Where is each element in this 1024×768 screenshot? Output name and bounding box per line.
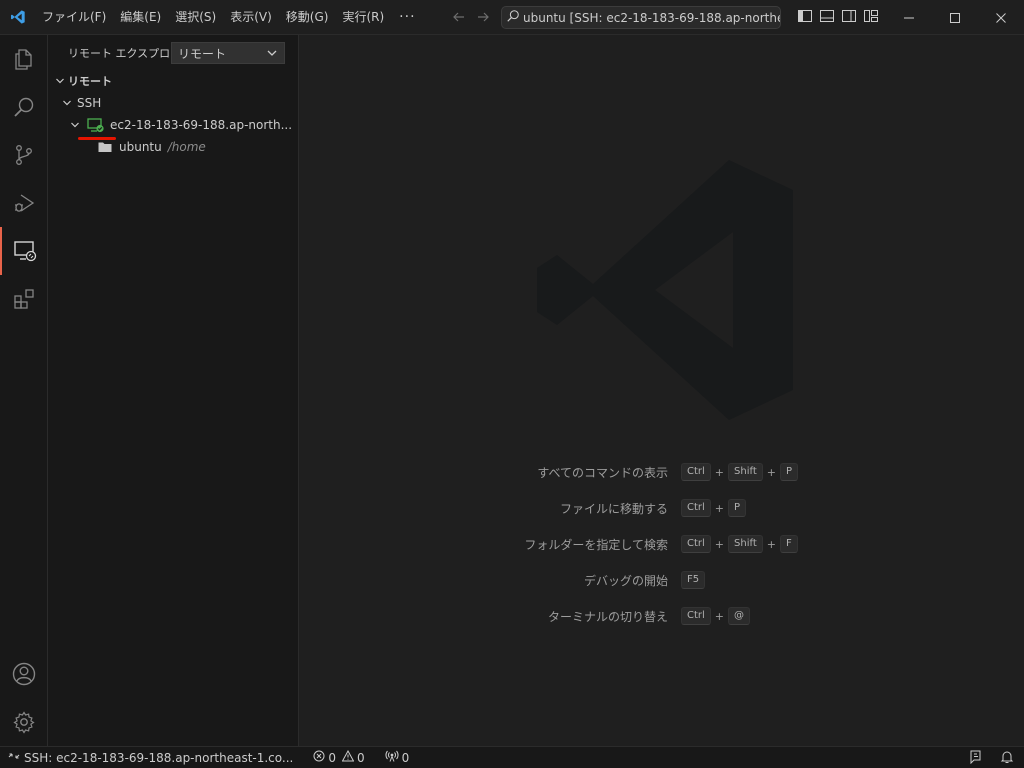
shortcut-label: フォルダーを指定して検索 <box>524 537 668 552</box>
back-arrow-icon[interactable] <box>450 8 468 26</box>
menu-selection[interactable]: 選択(S) <box>168 0 223 35</box>
bell-icon[interactable] <box>1000 750 1014 767</box>
folder-name: ubuntu <box>119 140 162 154</box>
remote-indicator[interactable]: SSH: ec2-18-183-69-188.ap-northeast-1.co… <box>0 747 301 768</box>
shortcut-keys: Ctrl + P <box>681 499 747 517</box>
remote-indicator-label: SSH: ec2-18-183-69-188.ap-northeast-1.co… <box>24 750 294 765</box>
chevron-down-icon <box>67 117 83 133</box>
extensions-icon[interactable] <box>0 275 48 323</box>
chevron-down-icon <box>266 47 278 62</box>
warning-count: 0 <box>357 750 365 765</box>
shortcut-show-all-commands: すべてのコマンドの表示 Ctrl + Shift + P <box>299 462 1024 482</box>
tree-item-host[interactable]: ec2-18-183-69-188.ap-north... <box>48 114 299 136</box>
key: P <box>728 499 747 517</box>
customize-layout-icon[interactable] <box>863 8 879 24</box>
error-count: 0 <box>328 750 336 765</box>
key: Shift <box>728 463 763 481</box>
tree-item-ssh[interactable]: SSH <box>48 92 299 114</box>
close-icon[interactable] <box>978 0 1024 35</box>
shortcut-keys: Ctrl + Shift + F <box>681 535 798 553</box>
key: F5 <box>681 571 706 589</box>
menu-go[interactable]: 移動(G) <box>279 0 336 35</box>
error-icon <box>313 750 325 765</box>
toggle-primary-sidebar-icon[interactable] <box>797 8 813 24</box>
remote-explorer-icon[interactable] <box>0 227 48 275</box>
key: F <box>779 535 798 553</box>
warning-icon <box>341 749 355 765</box>
shortcut-start-debugging: デバッグの開始 F5 <box>299 570 1024 590</box>
search-icon <box>506 9 520 26</box>
key: Ctrl <box>681 499 711 517</box>
key: Shift <box>728 535 763 553</box>
menu-view[interactable]: 表示(V) <box>223 0 279 35</box>
explorer-icon[interactable] <box>0 35 48 83</box>
shortcut-keys: F5 <box>681 571 706 589</box>
menu-more-button[interactable]: ··· <box>391 9 423 25</box>
ssh-group-label: SSH <box>77 96 102 110</box>
status-bar-right <box>970 747 1014 768</box>
ports-indicator[interactable]: 0 <box>379 747 416 768</box>
command-center-label: ubuntu [SSH: ec2-18-183-69-188.ap-northe… <box>523 10 780 25</box>
annotation-underline <box>78 137 116 140</box>
section-remote-header[interactable]: リモート <box>48 70 299 92</box>
status-bar: SSH: ec2-18-183-69-188.ap-northeast-1.co… <box>0 746 1024 768</box>
feedback-icon[interactable] <box>970 750 984 767</box>
remote-indicator-icon <box>8 750 20 765</box>
navigation-controls <box>450 8 492 26</box>
host-label: ec2-18-183-69-188.ap-north... <box>110 118 293 132</box>
forward-arrow-icon[interactable] <box>474 8 492 26</box>
search-icon[interactable] <box>0 83 48 131</box>
dropdown-value: リモート <box>178 46 227 61</box>
source-control-icon[interactable] <box>0 131 48 179</box>
shortcut-keys: Ctrl + Shift + P <box>681 463 798 481</box>
key: Ctrl <box>681 463 711 481</box>
toggle-secondary-sidebar-icon[interactable] <box>841 8 857 24</box>
shortcut-keys: Ctrl + @ <box>681 607 751 625</box>
key: P <box>779 463 798 481</box>
minimize-icon[interactable] <box>886 0 932 35</box>
shortcut-toggle-terminal: ターミナルの切り替え Ctrl + @ <box>299 606 1024 626</box>
chevron-down-icon <box>52 73 68 89</box>
ports-icon <box>385 750 399 765</box>
layout-controls <box>797 8 879 24</box>
remote-explorer-sidebar: リモート エクスプローラー リモート リモート SSH ec2-18-183-6… <box>48 35 299 746</box>
shortcut-label: すべてのコマンドの表示 <box>537 465 668 480</box>
shortcut-label: デバッグの開始 <box>583 573 668 588</box>
monitor-connected-icon <box>87 117 107 133</box>
toggle-panel-icon[interactable] <box>819 8 835 24</box>
folder-path: /home <box>167 140 206 154</box>
shortcut-label: ファイルに移動する <box>559 501 668 516</box>
key: Ctrl <box>681 535 711 553</box>
problems-indicator[interactable]: 0 0 <box>307 747 370 768</box>
ports-count: 0 <box>401 750 410 765</box>
run-debug-icon[interactable] <box>0 179 48 227</box>
command-center[interactable]: ubuntu [SSH: ec2-18-183-69-188.ap-northe… <box>501 6 781 29</box>
title-bar: ファイル(F) 編集(E) 選択(S) 表示(V) 移動(G) 実行(R) ··… <box>0 0 1024 35</box>
shortcut-find-in-folder: フォルダーを指定して検索 Ctrl + Shift + F <box>299 534 1024 554</box>
chevron-down-icon <box>59 95 75 111</box>
folder-icon <box>98 139 114 155</box>
menu-file[interactable]: ファイル(F) <box>35 0 113 35</box>
vscode-watermark-icon <box>537 160 793 423</box>
maximize-icon[interactable] <box>932 0 978 35</box>
activity-bar <box>0 35 48 746</box>
shortcut-go-to-file: ファイルに移動する Ctrl + P <box>299 498 1024 518</box>
key: @ <box>728 607 751 625</box>
vscode-logo-icon <box>0 0 35 35</box>
menu-run[interactable]: 実行(R) <box>335 0 391 35</box>
section-remote-title: リモート <box>68 75 112 88</box>
shortcut-label: ターミナルの切り替え <box>547 609 668 624</box>
editor-area: すべてのコマンドの表示 Ctrl + Shift + P ファイルに移動する Ctr… <box>299 35 1024 746</box>
account-icon[interactable] <box>0 650 48 698</box>
settings-gear-icon[interactable] <box>0 698 48 746</box>
menu-edit[interactable]: 編集(E) <box>113 0 168 35</box>
key: Ctrl <box>681 607 711 625</box>
window-controls <box>886 0 1024 35</box>
remote-type-dropdown[interactable]: リモート <box>171 42 285 64</box>
menu-bar: ファイル(F) 編集(E) 選択(S) 表示(V) 移動(G) 実行(R) ··… <box>35 0 424 35</box>
